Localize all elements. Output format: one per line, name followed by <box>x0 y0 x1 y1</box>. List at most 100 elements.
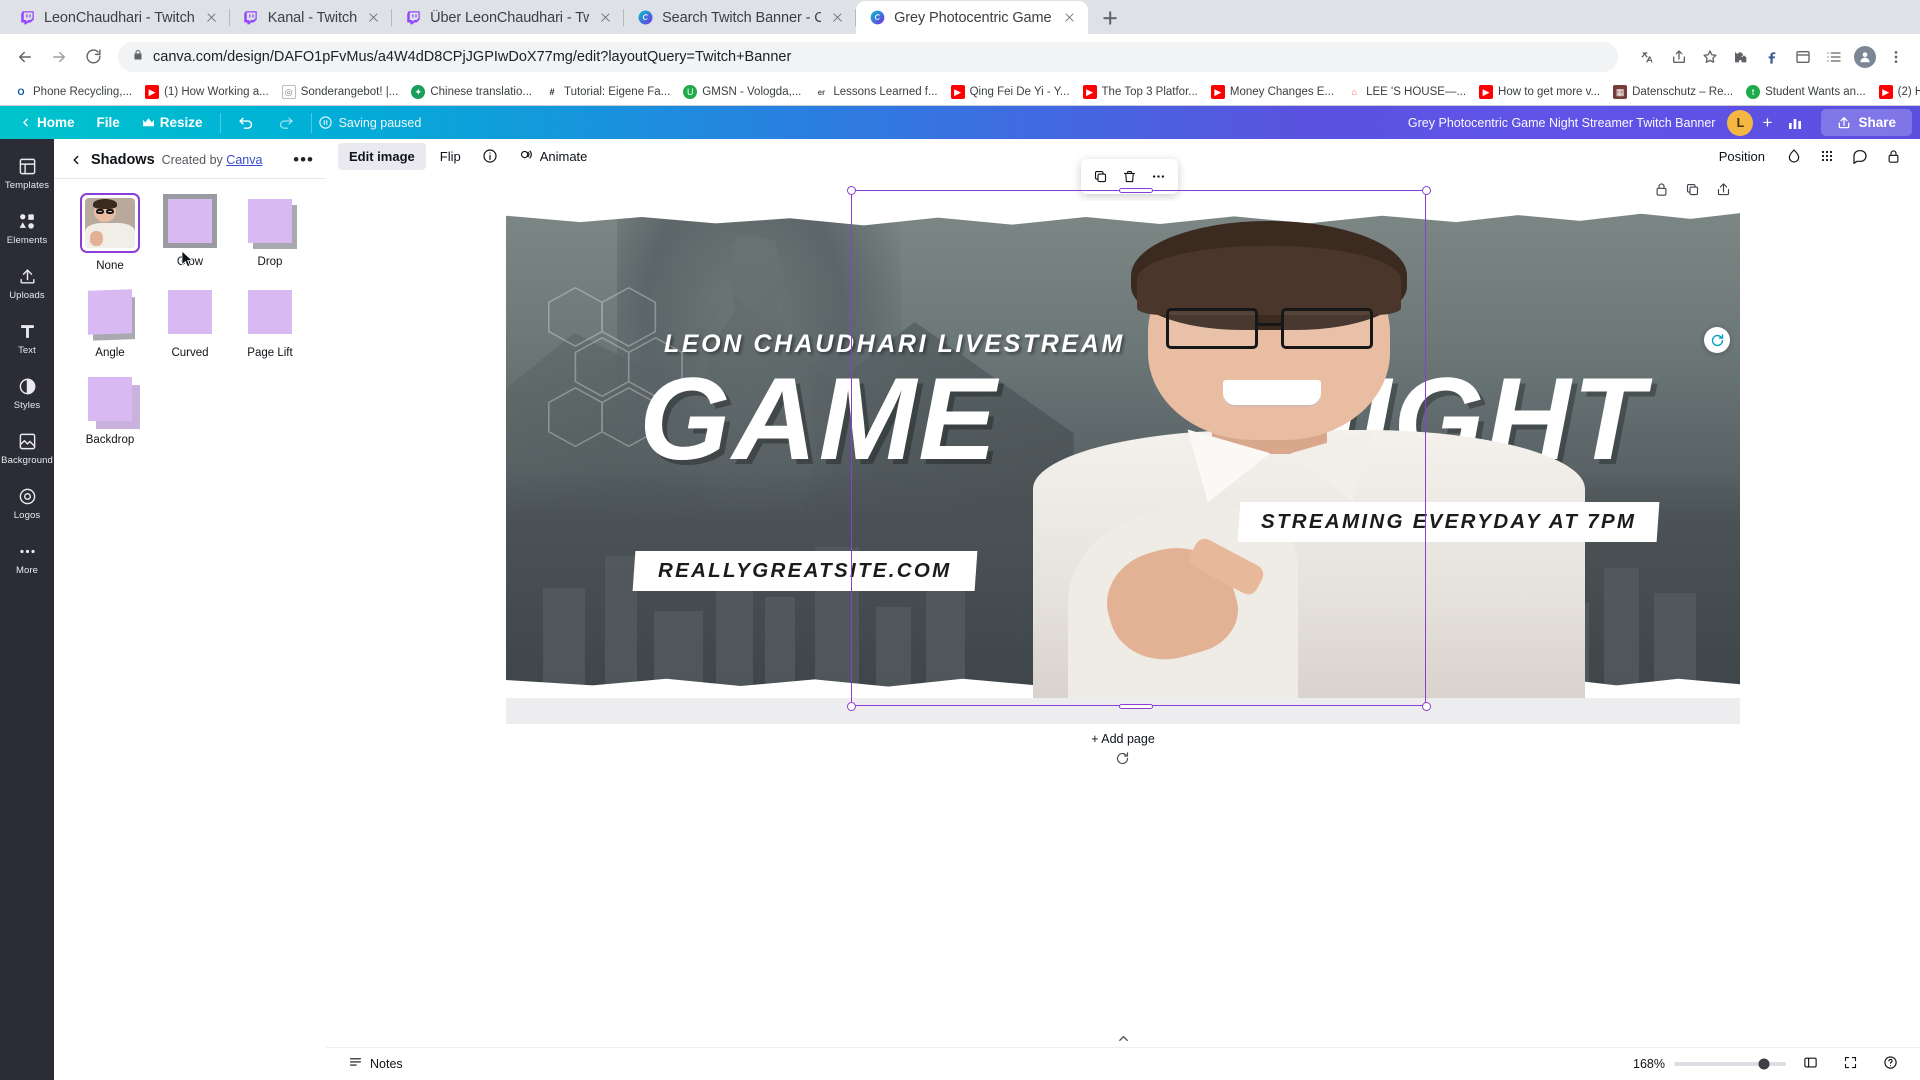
notes-button[interactable]: Notes <box>340 1051 411 1077</box>
bookmark-item[interactable]: er Lessons Learned f... <box>808 83 943 101</box>
close-icon[interactable] <box>597 9 614 26</box>
design-word-left[interactable]: GAME <box>639 360 998 477</box>
bookmark-item[interactable]: # Tutorial: Eigene Fa... <box>539 83 676 101</box>
browser-tab-active[interactable]: Grey Photocentric Game Night <box>856 1 1089 34</box>
trash-icon[interactable] <box>1116 163 1143 190</box>
effect-option-page-lift[interactable]: Page Lift <box>230 284 310 365</box>
transparency-icon[interactable] <box>1779 141 1809 171</box>
file-menu-button[interactable]: File <box>86 111 131 134</box>
more-dots-icon[interactable] <box>1145 163 1172 190</box>
rotate-icon[interactable] <box>1115 751 1131 767</box>
sidebar-item-more[interactable]: More <box>0 531 54 586</box>
back-icon[interactable] <box>68 152 84 168</box>
reload-icon[interactable] <box>78 42 108 72</box>
effect-option-backdrop[interactable]: Backdrop <box>70 371 150 452</box>
ribbon-streaming[interactable]: STREAMING EVERYDAY AT 7PM <box>1237 501 1660 542</box>
lock-icon[interactable] <box>1878 141 1908 171</box>
bookmark-item[interactable]: ▶ (1) How Working a... <box>139 83 275 101</box>
bookmark-item[interactable]: ✦ Chinese translatio... <box>405 83 538 101</box>
chevron-up-icon[interactable] <box>1106 1030 1140 1046</box>
browser-tab[interactable]: LeonChaudhari - Twitch <box>6 1 230 34</box>
position-button[interactable]: Position <box>1708 143 1776 170</box>
bookmark-item[interactable]: ▶ The Top 3 Platfor... <box>1077 83 1204 101</box>
refresh-icon[interactable] <box>1704 327 1730 353</box>
help-button[interactable] <box>1875 1051 1906 1077</box>
forward-icon[interactable] <box>44 42 74 72</box>
resize-button[interactable]: Resize <box>131 111 214 134</box>
design-canvas[interactable]: LEON CHAUDHARI LIVESTREAM GAME NIGHT STR… <box>506 201 1740 698</box>
sidebar-item-text[interactable]: Text <box>0 311 54 366</box>
bookmark-item[interactable]: ▶ Money Changes E... <box>1205 83 1340 101</box>
window-icon[interactable] <box>1789 43 1817 71</box>
bookmark-item[interactable]: ▶ (2) How To Add A... <box>1873 83 1920 101</box>
sidebar-item-elements[interactable]: Elements <box>0 201 54 256</box>
selection-handle-tl[interactable] <box>847 186 856 195</box>
sidebar-item-uploads[interactable]: Uploads <box>0 256 54 311</box>
effect-option-curved[interactable]: Curved <box>150 284 230 365</box>
edit-image-button[interactable]: Edit image <box>338 142 426 170</box>
zoom-slider-knob[interactable] <box>1758 1058 1770 1070</box>
facebook-icon[interactable] <box>1758 43 1786 71</box>
selection-edge-bottom[interactable] <box>1119 704 1153 709</box>
add-page-button[interactable]: + Add page <box>1091 732 1155 746</box>
bookmark-item[interactable]: ▶ Qing Fei De Yi - Y... <box>945 83 1076 101</box>
ribbon-website[interactable]: REALLYGREATSITE.COM <box>632 551 978 592</box>
lock-icon[interactable] <box>1653 181 1670 198</box>
effect-option-none[interactable]: None <box>70 193 150 278</box>
close-icon[interactable] <box>1061 9 1078 26</box>
sidebar-item-styles[interactable]: Styles <box>0 366 54 421</box>
zoom-slider[interactable] <box>1674 1058 1786 1070</box>
share-icon[interactable] <box>1665 43 1693 71</box>
extension-puzzle-icon[interactable] <box>1727 43 1755 71</box>
bookmark-item[interactable]: t Student Wants an... <box>1740 83 1872 101</box>
duplicate-icon[interactable] <box>1684 181 1701 198</box>
duplicate-icon[interactable] <box>1087 163 1114 190</box>
list-icon[interactable] <box>1820 43 1848 71</box>
selection-edge-top[interactable] <box>1119 188 1153 193</box>
pages-button[interactable] <box>1795 1051 1826 1077</box>
animate-button[interactable]: Animate <box>508 141 599 171</box>
invite-members-button[interactable]: + <box>1755 111 1779 135</box>
info-icon[interactable] <box>475 141 505 171</box>
close-icon[interactable] <box>829 9 846 26</box>
effect-option-drop[interactable]: Drop <box>230 193 310 278</box>
grid-icon[interactable] <box>1812 141 1842 171</box>
bookmark-item[interactable]: ◎ Sonderangebot! |... <box>276 83 405 101</box>
browser-tab[interactable]: Kanal - Twitch <box>229 1 393 34</box>
address-bar[interactable]: canva.com/design/DAFO1pFvMus/a4W4dD8CPjJ… <box>118 41 1618 72</box>
person-photo-element[interactable] <box>1022 201 1597 698</box>
selection-handle-br[interactable] <box>1422 702 1431 711</box>
fullscreen-button[interactable] <box>1835 1051 1866 1077</box>
profile-avatar[interactable] <box>1851 43 1879 71</box>
redo-button[interactable] <box>266 110 305 135</box>
bookmark-item[interactable]: ▶ How to get more v... <box>1473 83 1606 101</box>
share-button[interactable]: Share <box>1821 109 1912 136</box>
sidebar-item-templates[interactable]: Templates <box>0 146 54 201</box>
sidebar-item-logos[interactable]: Logos <box>0 476 54 531</box>
document-title[interactable]: Grey Photocentric Game Night Streamer Tw… <box>1408 116 1716 130</box>
bookmark-item[interactable]: ⌂ LEE 'S HOUSE—... <box>1341 83 1472 101</box>
browser-tab[interactable]: Search Twitch Banner - Canva <box>624 1 857 34</box>
new-tab-button[interactable] <box>1094 2 1126 34</box>
translate-icon[interactable] <box>1634 43 1662 71</box>
insights-button[interactable] <box>1779 111 1811 135</box>
close-icon[interactable] <box>203 9 220 26</box>
close-icon[interactable] <box>365 9 382 26</box>
bookmark-item[interactable]: O Phone Recycling,... <box>8 83 138 101</box>
author-link[interactable]: Canva <box>226 153 262 167</box>
browser-tab[interactable]: Über LeonChaudhari - Twitch <box>392 1 625 34</box>
selection-handle-tr[interactable] <box>1422 186 1431 195</box>
chrome-menu-icon[interactable] <box>1882 43 1910 71</box>
user-avatar[interactable]: L <box>1727 109 1754 136</box>
back-icon[interactable] <box>10 42 40 72</box>
sidebar-item-background[interactable]: Background <box>0 421 54 476</box>
undo-button[interactable] <box>227 110 266 135</box>
bookmark-item[interactable]: ▦ Datenschutz – Re... <box>1607 83 1739 101</box>
selection-handle-bl[interactable] <box>847 702 856 711</box>
effect-option-angle[interactable]: Angle <box>70 284 150 365</box>
bookmark-star-icon[interactable] <box>1696 43 1724 71</box>
bookmark-item[interactable]: U GMSN - Vologda,... <box>677 83 807 101</box>
home-button[interactable]: Home <box>8 111 86 134</box>
comment-icon[interactable] <box>1845 141 1875 171</box>
flip-button[interactable]: Flip <box>429 143 472 170</box>
